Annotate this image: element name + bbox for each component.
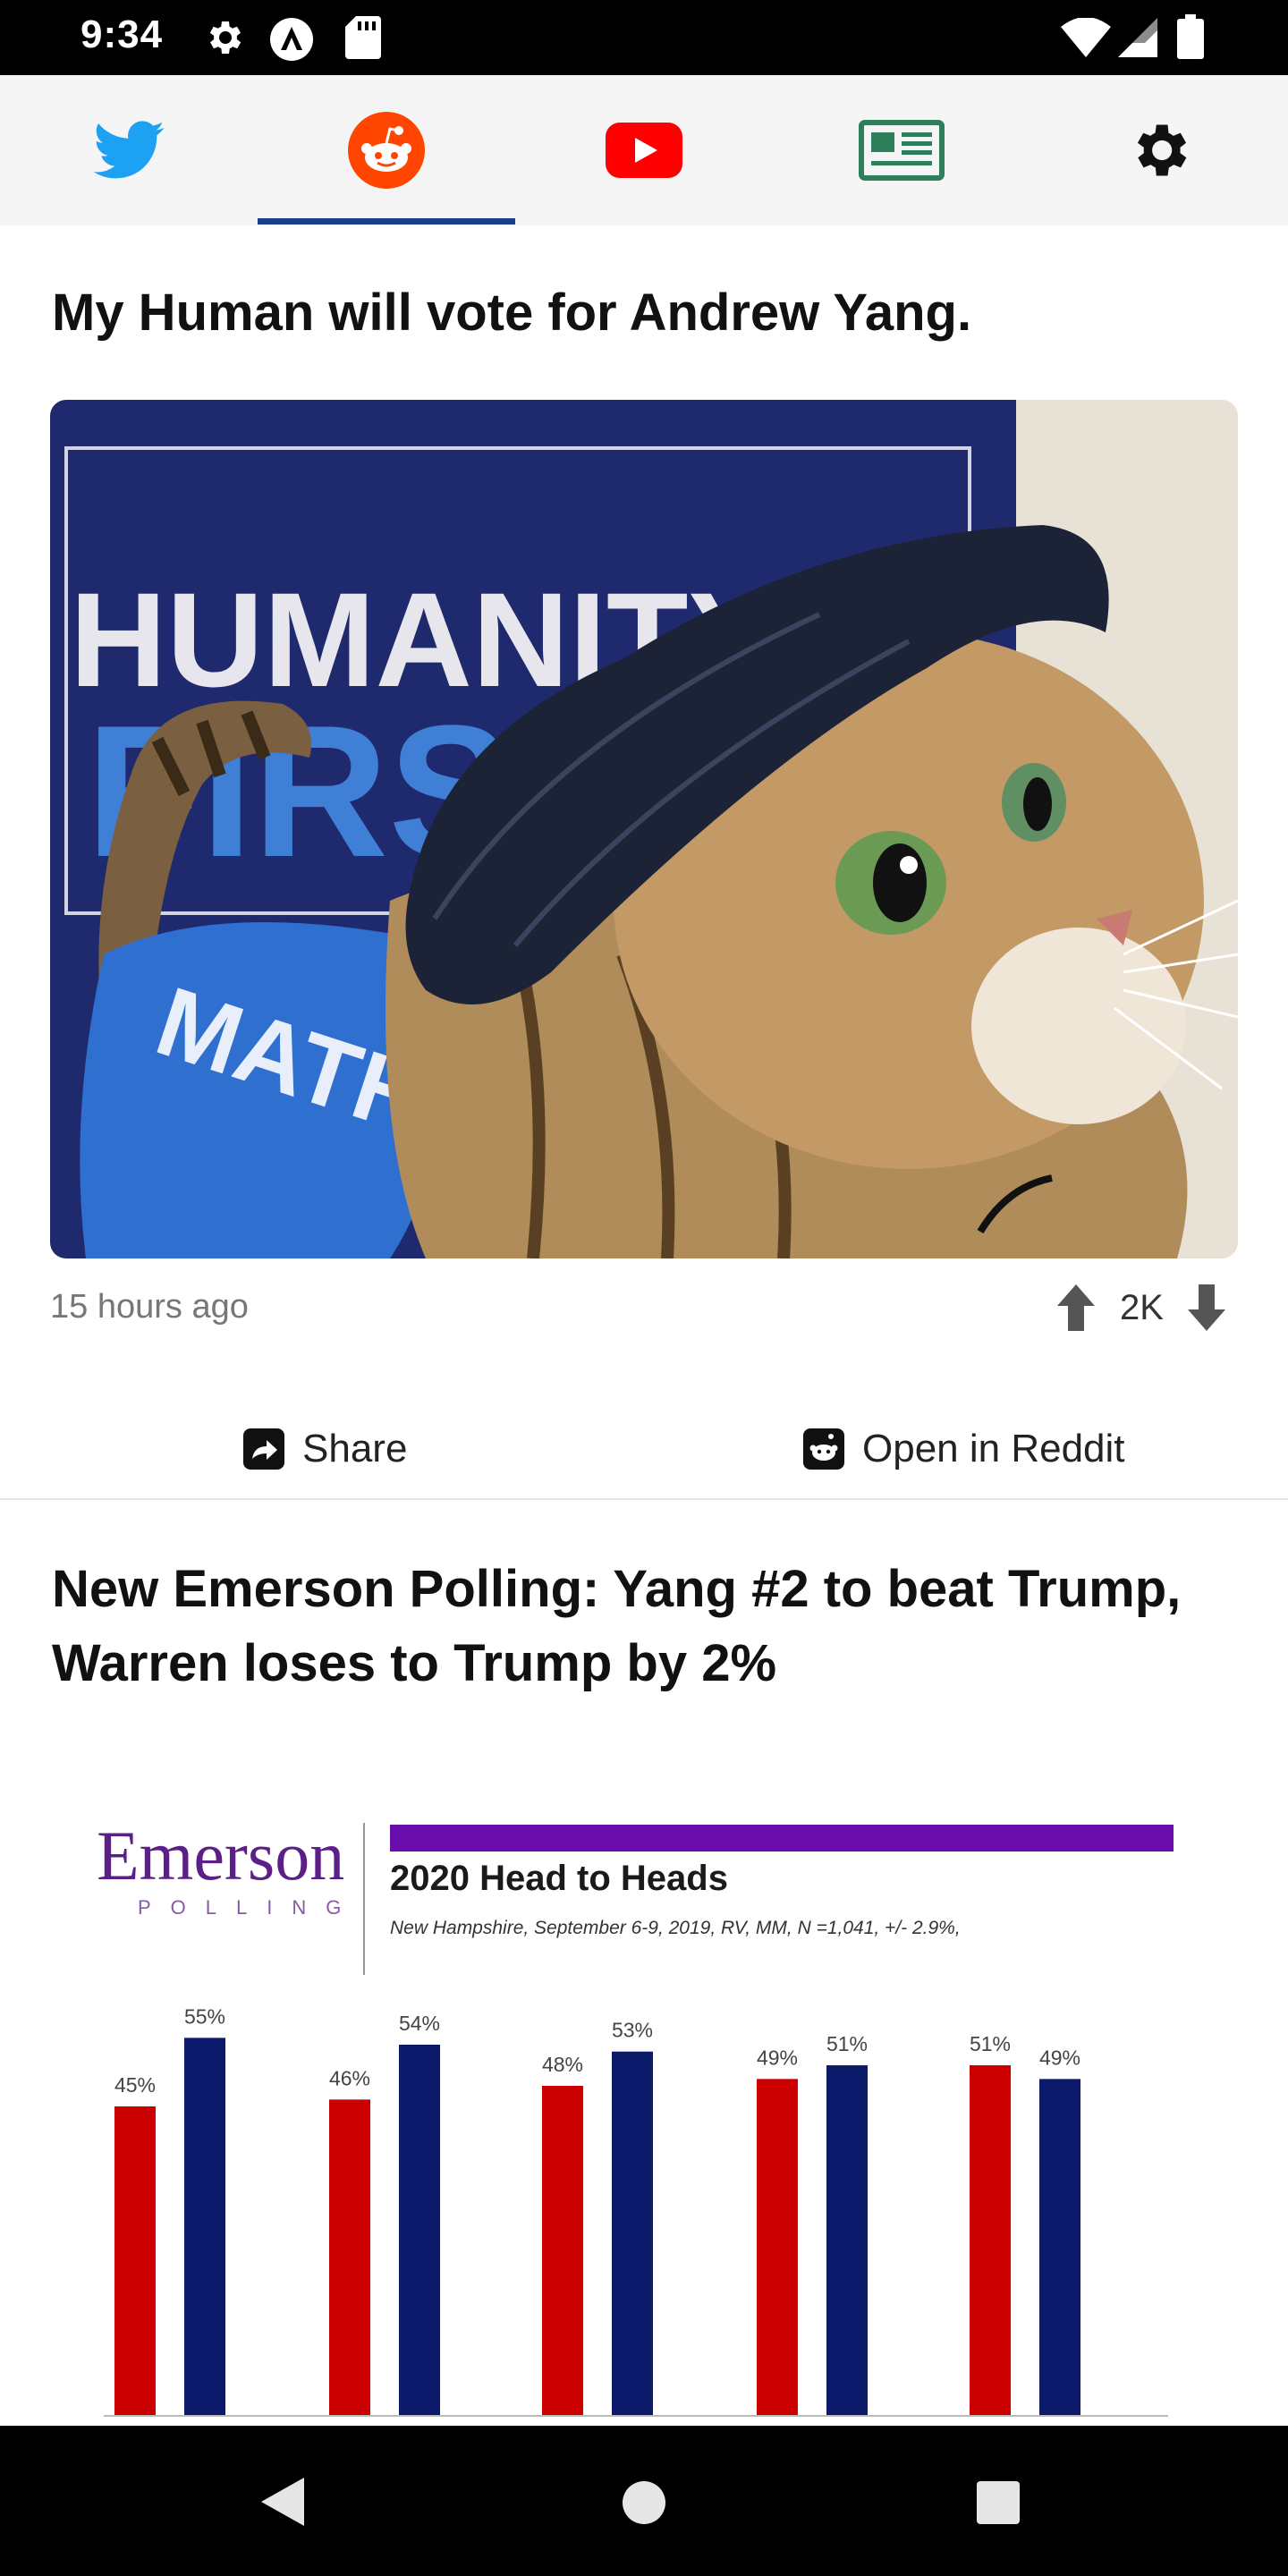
- youtube-icon: [606, 123, 682, 178]
- bar-blue-1: [184, 2038, 225, 2415]
- poll-chart-image[interactable]: Emerson POLLING 2020 Head to Heads New H…: [50, 1753, 1238, 2426]
- open-in-reddit-button[interactable]: Open in Reddit: [801, 1424, 1125, 1474]
- wifi-icon: [1061, 18, 1111, 57]
- upvote-icon[interactable]: [1055, 1281, 1097, 1335]
- tab-twitter[interactable]: [0, 75, 258, 225]
- vpn-status-icon: [270, 18, 313, 61]
- tab-settings[interactable]: [1030, 75, 1288, 225]
- news-icon: [859, 120, 945, 181]
- post-title-2-line1[interactable]: New Emerson Polling: Yang #2 to beat Tru…: [52, 1552, 1181, 1627]
- downvote-icon[interactable]: [1186, 1281, 1227, 1335]
- status-time: 9:34: [80, 13, 164, 56]
- post-title[interactable]: My Human will vote for Andrew Yang.: [52, 275, 971, 351]
- reddit-icon: [348, 112, 425, 189]
- bar-value-label: 54%: [399, 2012, 440, 2035]
- system-nav-bar: [0, 2426, 1288, 2576]
- tab-news[interactable]: [773, 75, 1030, 225]
- recents-icon[interactable]: [975, 2479, 1021, 2526]
- sdcard-status-icon: [345, 16, 381, 59]
- signal-icon: [1118, 18, 1157, 57]
- twitter-icon: [93, 121, 165, 179]
- top-tab-bar: [0, 75, 1288, 225]
- open-in-reddit-label: Open in Reddit: [862, 1427, 1125, 1470]
- bar-chart: 45% 55% 46% 54% 48% 53% 49% 51% 51% 49%: [104, 2004, 1168, 2417]
- bar-value-label: 49%: [1039, 2046, 1080, 2069]
- bar-value-label: 51%: [826, 2032, 868, 2055]
- tab-reddit[interactable]: [258, 75, 515, 225]
- bar-value-label: 46%: [329, 2066, 370, 2089]
- cat-photo: HUMANITY FIRST MATH: [50, 400, 1238, 1258]
- share-icon: [243, 1428, 284, 1470]
- post-image[interactable]: HUMANITY FIRST MATH: [50, 400, 1238, 1258]
- bar-red-1: [114, 2106, 156, 2415]
- bar-blue-2: [399, 2045, 440, 2415]
- post-divider: [0, 1498, 1288, 1500]
- bar-red-2: [329, 2099, 370, 2415]
- bar-value-label: 48%: [542, 2053, 583, 2076]
- reddit-small-icon: [803, 1428, 844, 1470]
- back-icon[interactable]: [259, 2476, 306, 2528]
- gear-icon: [1137, 124, 1187, 176]
- battery-icon: [1177, 14, 1204, 59]
- settings-status-icon: [209, 21, 242, 54]
- home-icon[interactable]: [621, 2479, 667, 2526]
- tab-youtube[interactable]: [515, 75, 773, 225]
- bar-red-4: [757, 2079, 798, 2415]
- bar-red-3: [542, 2086, 583, 2415]
- share-label: Share: [302, 1427, 408, 1470]
- bar-value-label: 49%: [757, 2046, 798, 2069]
- active-tab-indicator: [258, 218, 515, 225]
- bar-blue-5: [1039, 2079, 1080, 2415]
- bar-blue-4: [826, 2065, 868, 2415]
- bar-value-label: 55%: [184, 2004, 225, 2028]
- bar-red-5: [970, 2065, 1011, 2415]
- bar-blue-3: [612, 2051, 653, 2415]
- status-bar: 9:34: [0, 0, 1288, 75]
- bar-value-label: 45%: [114, 2073, 156, 2097]
- post-title-2-line2[interactable]: Warren loses to Trump by 2%: [52, 1626, 776, 1701]
- bar-value-label: 53%: [612, 2019, 653, 2042]
- bar-value-label: 51%: [970, 2032, 1011, 2055]
- vote-score: 2K: [1120, 1288, 1164, 1327]
- share-button[interactable]: Share: [242, 1424, 407, 1474]
- post-timestamp: 15 hours ago: [50, 1288, 249, 1326]
